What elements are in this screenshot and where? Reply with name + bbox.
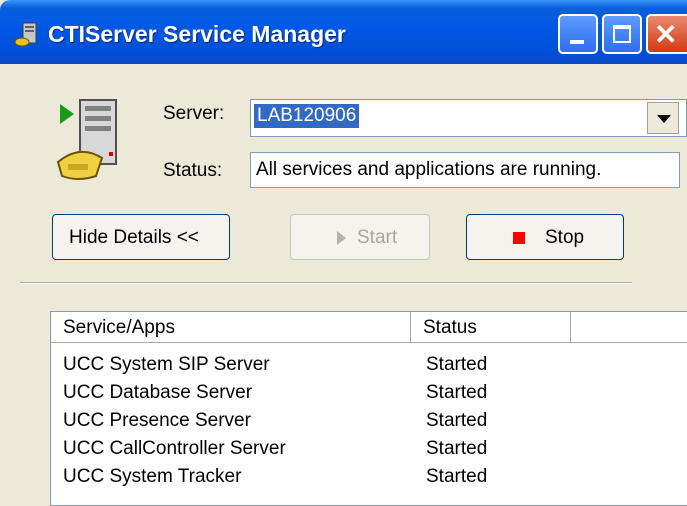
- service-name: UCC System SIP Server: [63, 354, 270, 375]
- server-phone-icon: [56, 99, 117, 180]
- close-icon: ✕: [654, 19, 678, 50]
- main-window: CTIServer Service Manager ✕ Server: LAB1…: [0, 0, 687, 506]
- stop-button[interactable]: Stop: [466, 214, 624, 260]
- list-item[interactable]: UCC CallController Server Started: [51, 436, 687, 464]
- status-value: All services and applications are runnin…: [256, 159, 602, 180]
- service-status: Started: [426, 382, 488, 403]
- dropdown-button[interactable]: [647, 102, 679, 134]
- server-combobox[interactable]: LAB120906: [250, 99, 687, 137]
- hide-details-button[interactable]: Hide Details <<: [52, 214, 230, 260]
- server-value[interactable]: LAB120906: [254, 104, 360, 128]
- status-field: All services and applications are runnin…: [250, 152, 680, 188]
- services-list[interactable]: Service/Apps Status UCC System SIP Serve…: [50, 311, 687, 506]
- list-header: Service/Apps Status: [51, 312, 687, 343]
- dropdown-arrow-icon: [657, 115, 671, 123]
- minimize-button[interactable]: [558, 14, 598, 54]
- title-bar[interactable]: CTIServer Service Manager ✕: [0, 0, 687, 64]
- service-status: Started: [426, 466, 488, 487]
- list-item[interactable]: UCC Database Server Started: [51, 380, 687, 408]
- column-header-empty[interactable]: [571, 312, 687, 343]
- minimize-icon: [570, 40, 584, 44]
- app-icon: [14, 22, 37, 47]
- maximize-icon: [613, 25, 631, 43]
- server-label: Server:: [163, 103, 225, 124]
- column-header-status[interactable]: Status: [411, 312, 571, 343]
- start-label: Start: [357, 227, 398, 248]
- close-button[interactable]: ✕: [646, 14, 687, 54]
- service-name: UCC Database Server: [63, 382, 253, 403]
- stop-label: Stop: [545, 227, 585, 248]
- service-name: UCC Presence Server: [63, 410, 251, 431]
- service-name: UCC CallController Server: [63, 438, 286, 459]
- service-status: Started: [426, 438, 488, 459]
- stop-icon: [513, 232, 525, 244]
- column-header-service[interactable]: Service/Apps: [51, 312, 411, 343]
- list-item[interactable]: UCC Presence Server Started: [51, 408, 687, 436]
- play-icon: [337, 231, 346, 245]
- list-item[interactable]: UCC System Tracker Started: [51, 464, 687, 492]
- maximize-button[interactable]: [602, 14, 642, 54]
- service-name: UCC System Tracker: [63, 466, 242, 487]
- hide-details-label: Hide Details <<: [69, 227, 199, 248]
- status-label: Status:: [163, 160, 223, 181]
- service-status: Started: [426, 410, 488, 431]
- list-item[interactable]: UCC System SIP Server Started: [51, 352, 687, 380]
- divider: [20, 282, 632, 284]
- window-title: CTIServer Service Manager: [48, 21, 346, 47]
- service-status: Started: [426, 354, 488, 375]
- start-button[interactable]: Start: [290, 214, 430, 260]
